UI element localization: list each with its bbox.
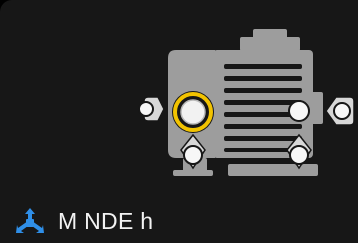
- motor-diagram: [138, 29, 355, 176]
- axes-3d-icon: [16, 208, 44, 233]
- point-nde-horizontal-selected[interactable]: [172, 91, 214, 133]
- sensor-card[interactable]: M NDE h: [0, 0, 358, 243]
- sensor-location-label: M NDE h: [58, 207, 154, 234]
- point-de-horizontal[interactable]: [288, 100, 310, 122]
- point-de-axial-arrow[interactable]: [325, 96, 355, 126]
- point-nde-horizontal-arrow[interactable]: [138, 96, 165, 122]
- sensor-footer: M NDE h: [16, 205, 153, 237]
